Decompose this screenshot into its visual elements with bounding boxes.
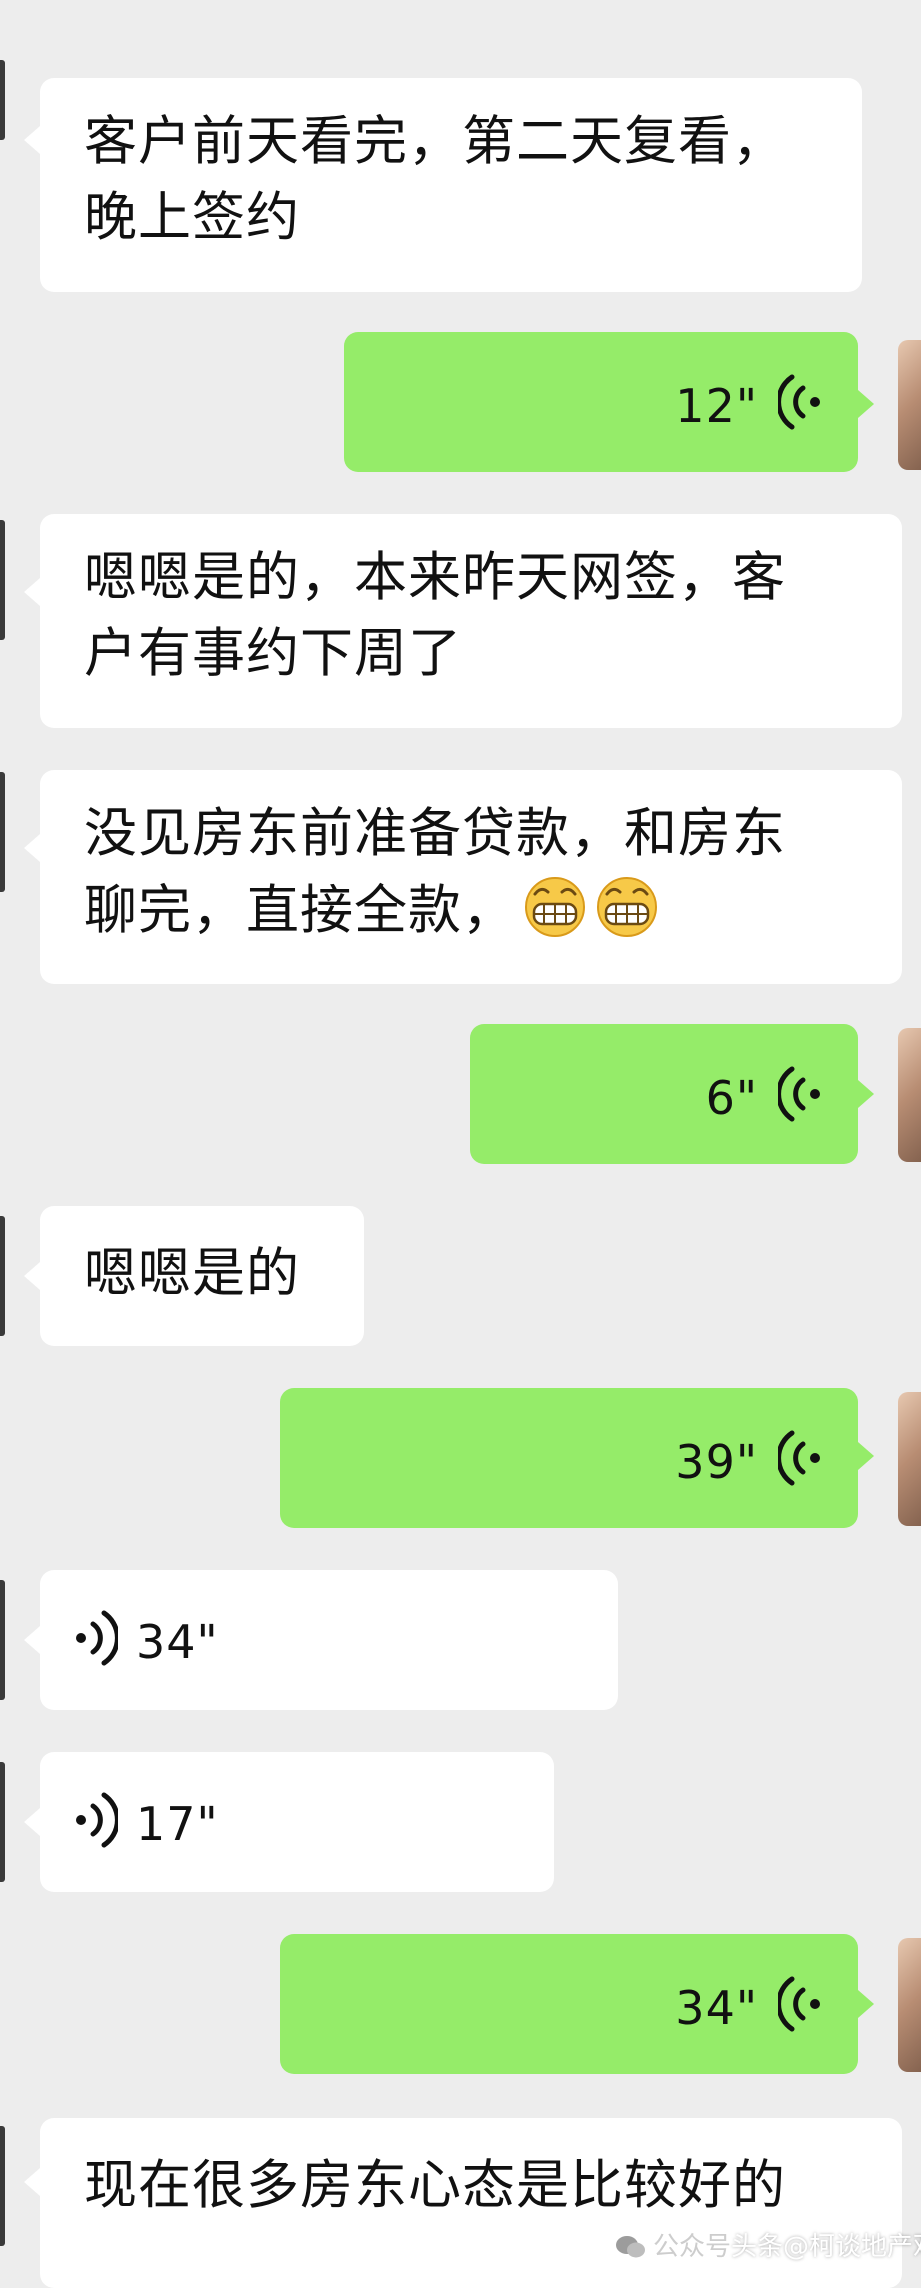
bubble-tail <box>858 1990 874 2018</box>
bubble-tail <box>24 834 40 862</box>
message-text: 客户前天看完，第二天复看， 晚上签约 <box>84 104 838 256</box>
voice-bubble[interactable]: 39" <box>280 1388 858 1528</box>
bubble-tail <box>858 1080 874 1108</box>
voice-duration: 12" <box>675 379 758 433</box>
watermark-source: 头条 <box>731 2232 784 2262</box>
text-bubble[interactable]: 嗯嗯是的，本来昨天网签，客 户有事约下周了 <box>40 514 902 728</box>
voice-duration: 39" <box>675 1435 758 1489</box>
my-avatar[interactable] <box>898 1938 921 2072</box>
voice-bubble[interactable]: 34" <box>40 1570 618 1710</box>
wechat-icon <box>616 2236 645 2258</box>
voice-wave-icon <box>778 1066 820 1122</box>
message-text-line: 客户前天看完，第二天复看， <box>84 111 786 172</box>
message-text-line: 嗯嗯是的，本来昨天网签，客 <box>84 547 786 608</box>
message-text: 没见房东前准备贷款，和房东 聊完，直接全款， <box>84 796 878 949</box>
text-bubble[interactable]: 没见房东前准备贷款，和房东 聊完，直接全款， <box>40 770 902 984</box>
watermark-handle: @柯谈地产观 <box>783 2232 921 2262</box>
voice-bubble[interactable]: 12" <box>344 332 858 472</box>
grinning-face-emoji <box>597 877 657 937</box>
bubble-tail <box>24 1808 40 1836</box>
bubble-tail <box>24 1262 40 1290</box>
voice-duration: 34" <box>136 1615 219 1669</box>
message-text-line-with-emoji: 聊完，直接全款， <box>84 872 878 949</box>
voice-wave-icon <box>76 1610 118 1666</box>
bubble-tail <box>24 2168 40 2196</box>
message-text: 现在很多房东心态是比较好的 <box>84 2148 878 2224</box>
watermark-prefix: 公众号 <box>653 2232 732 2262</box>
message-text-line: 聊完，直接全款， <box>84 880 516 941</box>
message-text-line: 晚上签约 <box>84 187 300 248</box>
grinning-face-emoji <box>525 877 585 937</box>
voice-wave-icon <box>778 1976 820 2032</box>
contact-avatar[interactable] <box>0 520 5 640</box>
text-bubble[interactable]: 客户前天看完，第二天复看， 晚上签约 <box>40 78 862 292</box>
message-text: 嗯嗯是的，本来昨天网签，客 户有事约下周了 <box>84 540 878 692</box>
my-avatar[interactable] <box>898 1028 921 1162</box>
message-text: 嗯嗯是的 <box>84 1236 340 1312</box>
my-avatar[interactable] <box>898 340 921 470</box>
voice-bubble[interactable]: 6" <box>470 1024 858 1164</box>
voice-duration: 34" <box>675 1981 758 2035</box>
voice-wave-icon <box>76 1792 118 1848</box>
contact-avatar[interactable] <box>0 1580 5 1700</box>
contact-avatar[interactable] <box>0 1216 5 1336</box>
message-text-line: 嗯嗯是的 <box>84 1243 300 1304</box>
bubble-tail <box>24 578 40 606</box>
watermark: 公众号头条@柯谈地产观 <box>615 2230 921 2264</box>
voice-bubble[interactable]: 34" <box>280 1934 858 2074</box>
voice-bubble[interactable]: 17" <box>40 1752 554 1892</box>
message-text-line: 没见房东前准备贷款，和房东 <box>84 803 786 864</box>
bubble-tail <box>24 126 40 154</box>
my-avatar[interactable] <box>898 1392 921 1526</box>
contact-avatar[interactable] <box>0 60 5 140</box>
bubble-tail <box>858 1442 874 1470</box>
voice-wave-icon <box>778 1430 820 1486</box>
voice-duration: 17" <box>136 1797 219 1851</box>
bubble-tail <box>24 1626 40 1654</box>
contact-avatar[interactable] <box>0 772 5 892</box>
voice-wave-icon <box>778 374 820 430</box>
bubble-tail <box>858 390 874 418</box>
contact-avatar[interactable] <box>0 1762 5 1882</box>
message-text-line: 户有事约下周了 <box>84 623 462 684</box>
voice-duration: 6" <box>705 1071 758 1125</box>
text-bubble[interactable]: 嗯嗯是的 <box>40 1206 364 1346</box>
contact-avatar[interactable] <box>0 2126 5 2246</box>
message-text-line: 现在很多房东心态是比较好的 <box>84 2155 786 2216</box>
